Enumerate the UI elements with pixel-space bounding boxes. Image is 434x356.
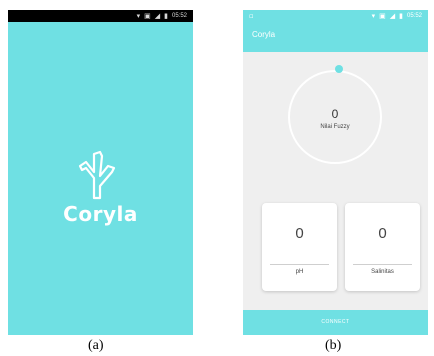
ph-label: pH [295, 269, 304, 275]
battery-icon: ▮ [399, 11, 403, 20]
ph-value: 0 [295, 225, 304, 242]
main-screen: ▫ ▾ ▣ ◢ ▮ 05:52 Coryla 0 Nilai Fuzzy 0 p… [243, 10, 428, 335]
brand-name: Coryla [63, 202, 138, 226]
signal-icon: ◢ [389, 11, 396, 20]
coral-logo-icon [78, 150, 116, 200]
status-bar: ▫ ▾ ▣ ◢ ▮ 05:52 [243, 10, 428, 22]
status-time: 05:52 [171, 13, 187, 19]
ph-card: 0 pH [262, 203, 337, 291]
sim-icon: ▣ [379, 11, 386, 20]
gauge-value: 0 [331, 107, 339, 121]
status-bar: ▾ ▣ ◢ ▮ 05:52 [8, 10, 193, 22]
app-title: Coryla [252, 30, 276, 39]
wifi-icon: ▾ [371, 11, 376, 20]
salinity-card: 0 Salinitas [345, 203, 420, 291]
notification-icon: ▫ [249, 12, 254, 20]
gauge-label: Nilai Fuzzy [320, 124, 350, 130]
wifi-icon: ▾ [136, 11, 141, 20]
divider [270, 264, 329, 265]
connect-button[interactable]: CONNECT [243, 310, 428, 335]
salinity-label: Salinitas [371, 269, 394, 275]
sim-icon: ▣ [144, 11, 151, 20]
divider [353, 264, 412, 265]
salinity-value: 0 [378, 225, 387, 242]
app-bar: Coryla [243, 22, 428, 52]
caption-a: (a) [88, 338, 104, 353]
status-time: 05:52 [406, 13, 422, 19]
battery-icon: ▮ [164, 11, 168, 20]
splash-screen: ▾ ▣ ◢ ▮ 05:52 Coryla [8, 10, 193, 335]
gauge-indicator-dot [335, 65, 343, 73]
caption-b: (b) [325, 338, 342, 353]
signal-icon: ◢ [154, 11, 161, 20]
